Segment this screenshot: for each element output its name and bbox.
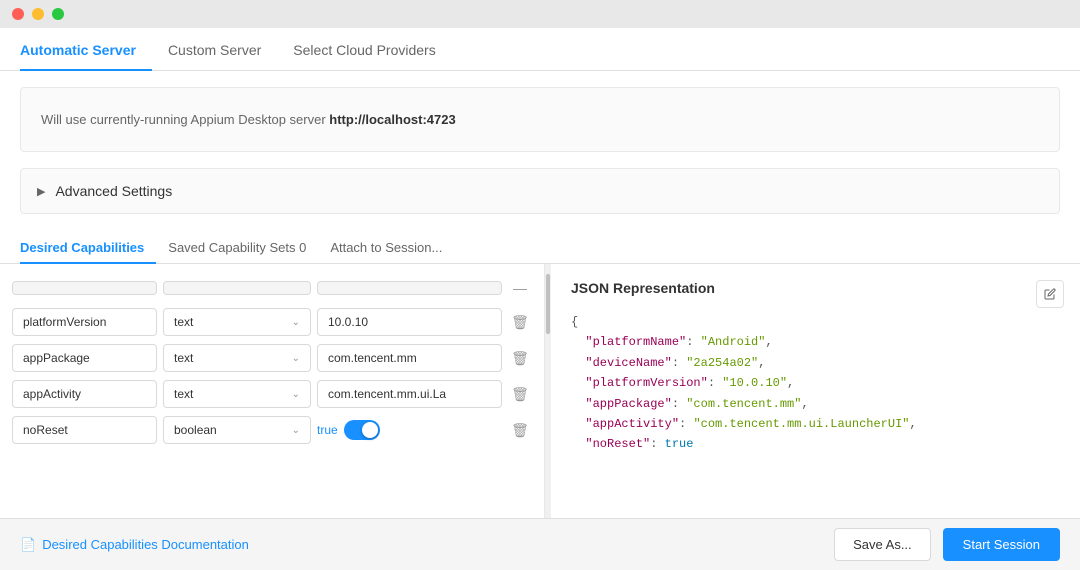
tab-attach-to-session[interactable]: Attach to Session...	[318, 230, 454, 263]
cap-type-select[interactable]: boolean ⌄	[163, 416, 311, 444]
chevron-down-icon: ⌄	[292, 425, 300, 436]
maximize-button[interactable]	[52, 8, 64, 20]
capabilities-tab-bar: Desired Capabilities Saved Capability Se…	[0, 230, 1080, 264]
chevron-right-icon: ▶	[37, 185, 45, 198]
json-panel: JSON Representation { "platformName": "A…	[551, 264, 1080, 518]
cap-name-field[interactable]: platformVersion	[12, 308, 157, 336]
tab-custom-server[interactable]: Custom Server	[152, 28, 277, 70]
advanced-settings-panel[interactable]: ▶ Advanced Settings	[20, 168, 1060, 214]
delete-button[interactable]: 🗑	[508, 310, 532, 334]
docs-link[interactable]: 📄 Desired Capabilities Documentation	[20, 537, 249, 553]
cap-type-select[interactable]: text ⌄	[163, 344, 311, 372]
chevron-down-icon: ⌄	[292, 353, 300, 364]
cap-name-input[interactable]	[12, 281, 157, 295]
toggle-switch[interactable]	[344, 420, 380, 440]
cap-name-field[interactable]: appPackage	[12, 344, 157, 372]
tab-automatic-server[interactable]: Automatic Server	[20, 28, 152, 70]
tab-saved-capability-sets[interactable]: Saved Capability Sets 0	[156, 230, 318, 263]
info-banner: Will use currently-running Appium Deskto…	[20, 87, 1060, 152]
minimize-button[interactable]	[32, 8, 44, 20]
table-row: platformVersion text ⌄ 10.0.10 🗑	[0, 304, 544, 340]
chevron-down-icon: ⌄	[292, 389, 300, 400]
delete-button[interactable]: 🗑	[508, 418, 532, 442]
save-as-button[interactable]: Save As...	[834, 528, 931, 561]
cap-name-field[interactable]: appActivity	[12, 380, 157, 408]
cap-type-select[interactable]	[163, 281, 311, 295]
cap-type-select[interactable]: text ⌄	[163, 308, 311, 336]
main-window: Automatic Server Custom Server Select Cl…	[0, 28, 1080, 570]
chevron-down-icon: ⌄	[292, 317, 300, 328]
cap-value-field[interactable]: com.tencent.mm.ui.La	[317, 380, 502, 408]
info-text: Will use currently-running Appium Deskto…	[41, 112, 329, 127]
json-content: { "platformName": "Android", "deviceName…	[571, 312, 1064, 455]
delete-icon[interactable]: —	[508, 276, 532, 300]
edit-json-button[interactable]	[1036, 280, 1064, 308]
table-row: —	[0, 272, 544, 304]
bottom-bar: 📄 Desired Capabilities Documentation Sav…	[0, 518, 1080, 570]
capabilities-list: — platformVersion text ⌄ 10.0.10 🗑 appPa…	[0, 264, 545, 518]
table-row: appActivity text ⌄ com.tencent.mm.ui.La …	[0, 376, 544, 412]
tab-desired-capabilities[interactable]: Desired Capabilities	[20, 230, 156, 263]
server-tab-bar: Automatic Server Custom Server Select Cl…	[0, 28, 1080, 71]
type-label: boolean	[174, 423, 217, 437]
tab-cloud-providers[interactable]: Select Cloud Providers	[277, 28, 451, 70]
capabilities-section: Desired Capabilities Saved Capability Se…	[0, 230, 1080, 518]
docs-link-label: Desired Capabilities Documentation	[42, 537, 249, 552]
title-bar	[0, 0, 1080, 28]
delete-button[interactable]: 🗑	[508, 382, 532, 406]
scroll-thumb	[546, 274, 550, 334]
table-row: noReset boolean ⌄ true 🗑	[0, 412, 544, 448]
json-panel-title: JSON Representation	[571, 280, 1064, 296]
cap-type-select[interactable]: text ⌄	[163, 380, 311, 408]
delete-button[interactable]: 🗑	[508, 346, 532, 370]
close-button[interactable]	[12, 8, 24, 20]
advanced-settings-label: Advanced Settings	[55, 183, 172, 199]
cap-value-field[interactable]: 10.0.10	[317, 308, 502, 336]
cap-value-field[interactable]: com.tencent.mm	[317, 344, 502, 372]
cap-name-field[interactable]: noReset	[12, 416, 157, 444]
type-label: text	[174, 351, 193, 365]
cap-value-input[interactable]	[317, 281, 502, 295]
start-session-button[interactable]: Start Session	[943, 528, 1060, 561]
type-label: text	[174, 315, 193, 329]
bottom-actions: Save As... Start Session	[834, 528, 1060, 561]
server-url: http://localhost:4723	[329, 112, 455, 127]
cap-value-toggle-container: true	[317, 420, 502, 440]
table-row: appPackage text ⌄ com.tencent.mm 🗑	[0, 340, 544, 376]
content-area: — platformVersion text ⌄ 10.0.10 🗑 appPa…	[0, 264, 1080, 518]
toggle-value-label: true	[317, 423, 338, 437]
docs-icon: 📄	[20, 537, 36, 553]
type-label: text	[174, 387, 193, 401]
